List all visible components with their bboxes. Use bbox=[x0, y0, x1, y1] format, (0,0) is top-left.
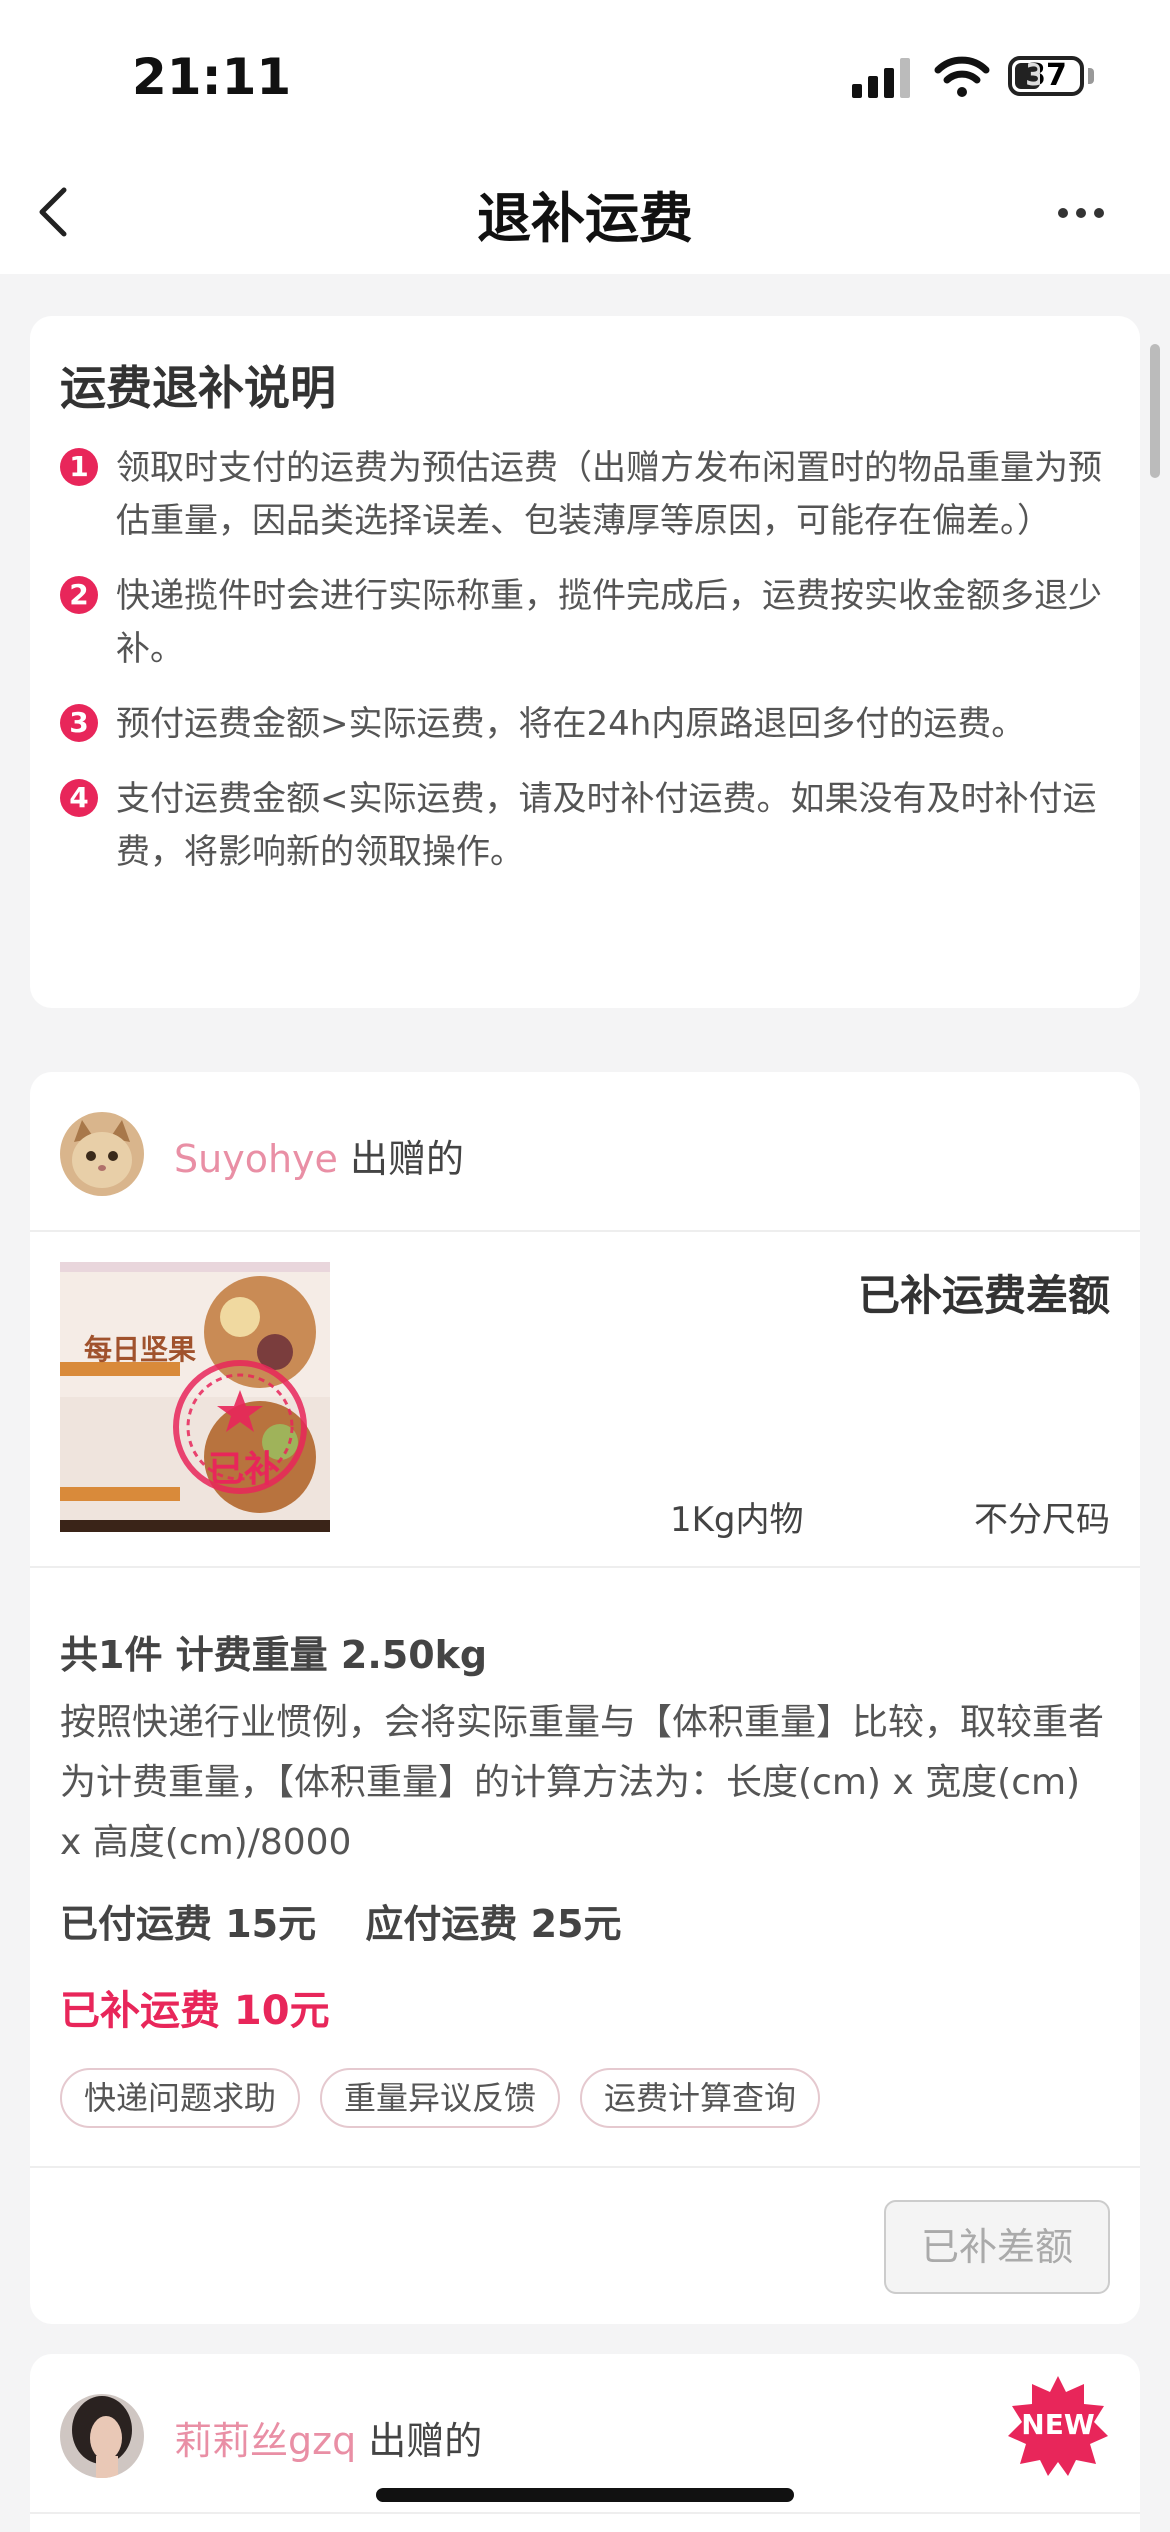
rule-number-badge: 4 bbox=[60, 779, 98, 817]
rule-item: 2 快递揽件时会进行实际称重，揽件完成后，运费按实收金额多退少补。 bbox=[60, 570, 1110, 676]
battery-icon: 37 bbox=[1008, 56, 1084, 96]
battery-nub bbox=[1088, 68, 1094, 84]
rule-text: 快递揽件时会进行实际称重，揽件完成后，运费按实收金额多退少补。 bbox=[116, 576, 1102, 669]
product-spec-weight: 1Kg内物 bbox=[670, 1500, 804, 1540]
new-badge: NEW bbox=[1006, 2374, 1110, 2478]
rule-number-badge: 2 bbox=[60, 576, 98, 614]
fee-summary: 已付运费 15元 应付运费 25元 bbox=[60, 1893, 1110, 1948]
rule-item: 1 领取时支付的运费为预估运费（出赠方发布闲置时的物品重量为预估重量，因品类选择… bbox=[60, 442, 1110, 548]
product-spec-size: 不分尺码 bbox=[974, 1500, 1110, 1540]
status-bar: 21:11 37 bbox=[0, 0, 1170, 150]
help-chips: 快递问题求助 重量异议反馈 运费计算查询 bbox=[60, 2068, 840, 2128]
rule-item: 3 预付运费金额>实际运费，将在24h内原路退回多付的运费。 bbox=[60, 698, 1110, 751]
home-indicator[interactable] bbox=[376, 2488, 794, 2502]
donor-name[interactable]: Suyohye bbox=[174, 1137, 338, 1181]
order-status: 已补运费差额 bbox=[857, 1271, 1110, 1320]
order-card: Suyohye 出赠的 每日坚果 已补 已补运费差额 1Kg内物 不分尺码 共1… bbox=[30, 1072, 1140, 2324]
status-time: 21:11 bbox=[132, 48, 292, 106]
billing-weight: 共1件 计费重量 2.50kg bbox=[60, 1633, 488, 1677]
donor-suffix: 出赠的 bbox=[368, 2419, 483, 2463]
donor-name[interactable]: 莉莉丝gzq bbox=[174, 2419, 356, 2463]
donor-avatar[interactable] bbox=[60, 2394, 144, 2478]
order-card: 莉莉丝gzq 出赠的 NEW bbox=[30, 2354, 1140, 2532]
supplemented-fee: 已补运费 10元 bbox=[60, 1988, 330, 2034]
rule-number-badge: 1 bbox=[60, 448, 98, 486]
cellular-signal-icon bbox=[852, 58, 910, 98]
weight-explanation: 按照快递行业惯例，会将实际重量与【体积重量】比较，取较重者为计费重量，【体积重量… bbox=[60, 1702, 1105, 1863]
rule-number-badge: 3 bbox=[60, 704, 98, 742]
battery-level: 37 bbox=[1025, 58, 1067, 93]
rule-text: 领取时支付的运费为预估运费（出赠方发布闲置时的物品重量为预估重量，因品类选择误差… bbox=[116, 448, 1102, 541]
rule-text: 支付运费金额<实际运费，请及时补付运费。如果没有及时补付运费，将影响新的领取操作… bbox=[116, 779, 1097, 872]
shipping-detail: 共1件 计费重量 2.50kg 按照快递行业惯例，会将实际重量与【体积重量】比较… bbox=[30, 1568, 1140, 2168]
chip-weight-dispute[interactable]: 重量异议反馈 bbox=[320, 2068, 561, 2128]
rule-text: 预付运费金额>实际运费，将在24h内原路退回多付的运费。 bbox=[116, 704, 1026, 744]
product-image[interactable]: 每日坚果 已补 bbox=[60, 1262, 330, 1532]
wifi-icon bbox=[934, 56, 990, 97]
product-image-text: 每日坚果 bbox=[84, 1333, 197, 1366]
new-badge-text: NEW bbox=[1021, 2408, 1095, 2441]
more-options-icon[interactable] bbox=[1040, 178, 1120, 248]
chip-fee-calculation[interactable]: 运费计算查询 bbox=[580, 2068, 821, 2128]
due-fee: 应付运费 25元 bbox=[365, 1902, 622, 1946]
info-title: 运费退补说明 bbox=[60, 361, 336, 415]
donor-avatar[interactable] bbox=[60, 1112, 144, 1196]
donor-suffix: 出赠的 bbox=[350, 1137, 465, 1181]
paid-fee: 已付运费 15元 bbox=[60, 1902, 317, 1946]
navigation-bar: 退补运费 bbox=[0, 150, 1170, 274]
refund-stamp: 已补 bbox=[208, 1449, 281, 1490]
donor-line: 莉莉丝gzq 出赠的 bbox=[174, 2410, 482, 2465]
shipping-refund-info-card: 运费退补说明 1 领取时支付的运费为预估运费（出赠方发布闲置时的物品重量为预估重… bbox=[30, 316, 1140, 1008]
chip-express-help[interactable]: 快递问题求助 bbox=[60, 2068, 301, 2128]
donor-line: Suyohye 出赠的 bbox=[174, 1128, 464, 1183]
order-header[interactable]: Suyohye 出赠的 bbox=[30, 1072, 1140, 1232]
order-actions: 已补差额 bbox=[30, 2168, 1140, 2322]
scrollbar[interactable] bbox=[1150, 344, 1160, 478]
product-row[interactable]: 每日坚果 已补 已补运费差额 1Kg内物 不分尺码 bbox=[30, 1232, 1140, 1568]
rule-item: 4 支付运费金额<实际运费，请及时补付运费。如果没有及时补付运费，将影响新的领取… bbox=[60, 773, 1110, 879]
supplemented-difference-button[interactable]: 已补差额 bbox=[884, 2200, 1110, 2294]
page-title: 退补运费 bbox=[477, 187, 693, 250]
